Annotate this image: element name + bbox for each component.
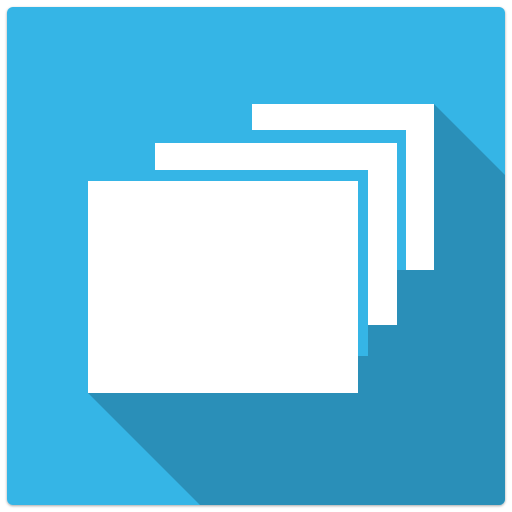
stacked-windows-icon — [7, 7, 505, 505]
app-icon-stage — [0, 0, 512, 512]
window-front — [88, 181, 358, 393]
